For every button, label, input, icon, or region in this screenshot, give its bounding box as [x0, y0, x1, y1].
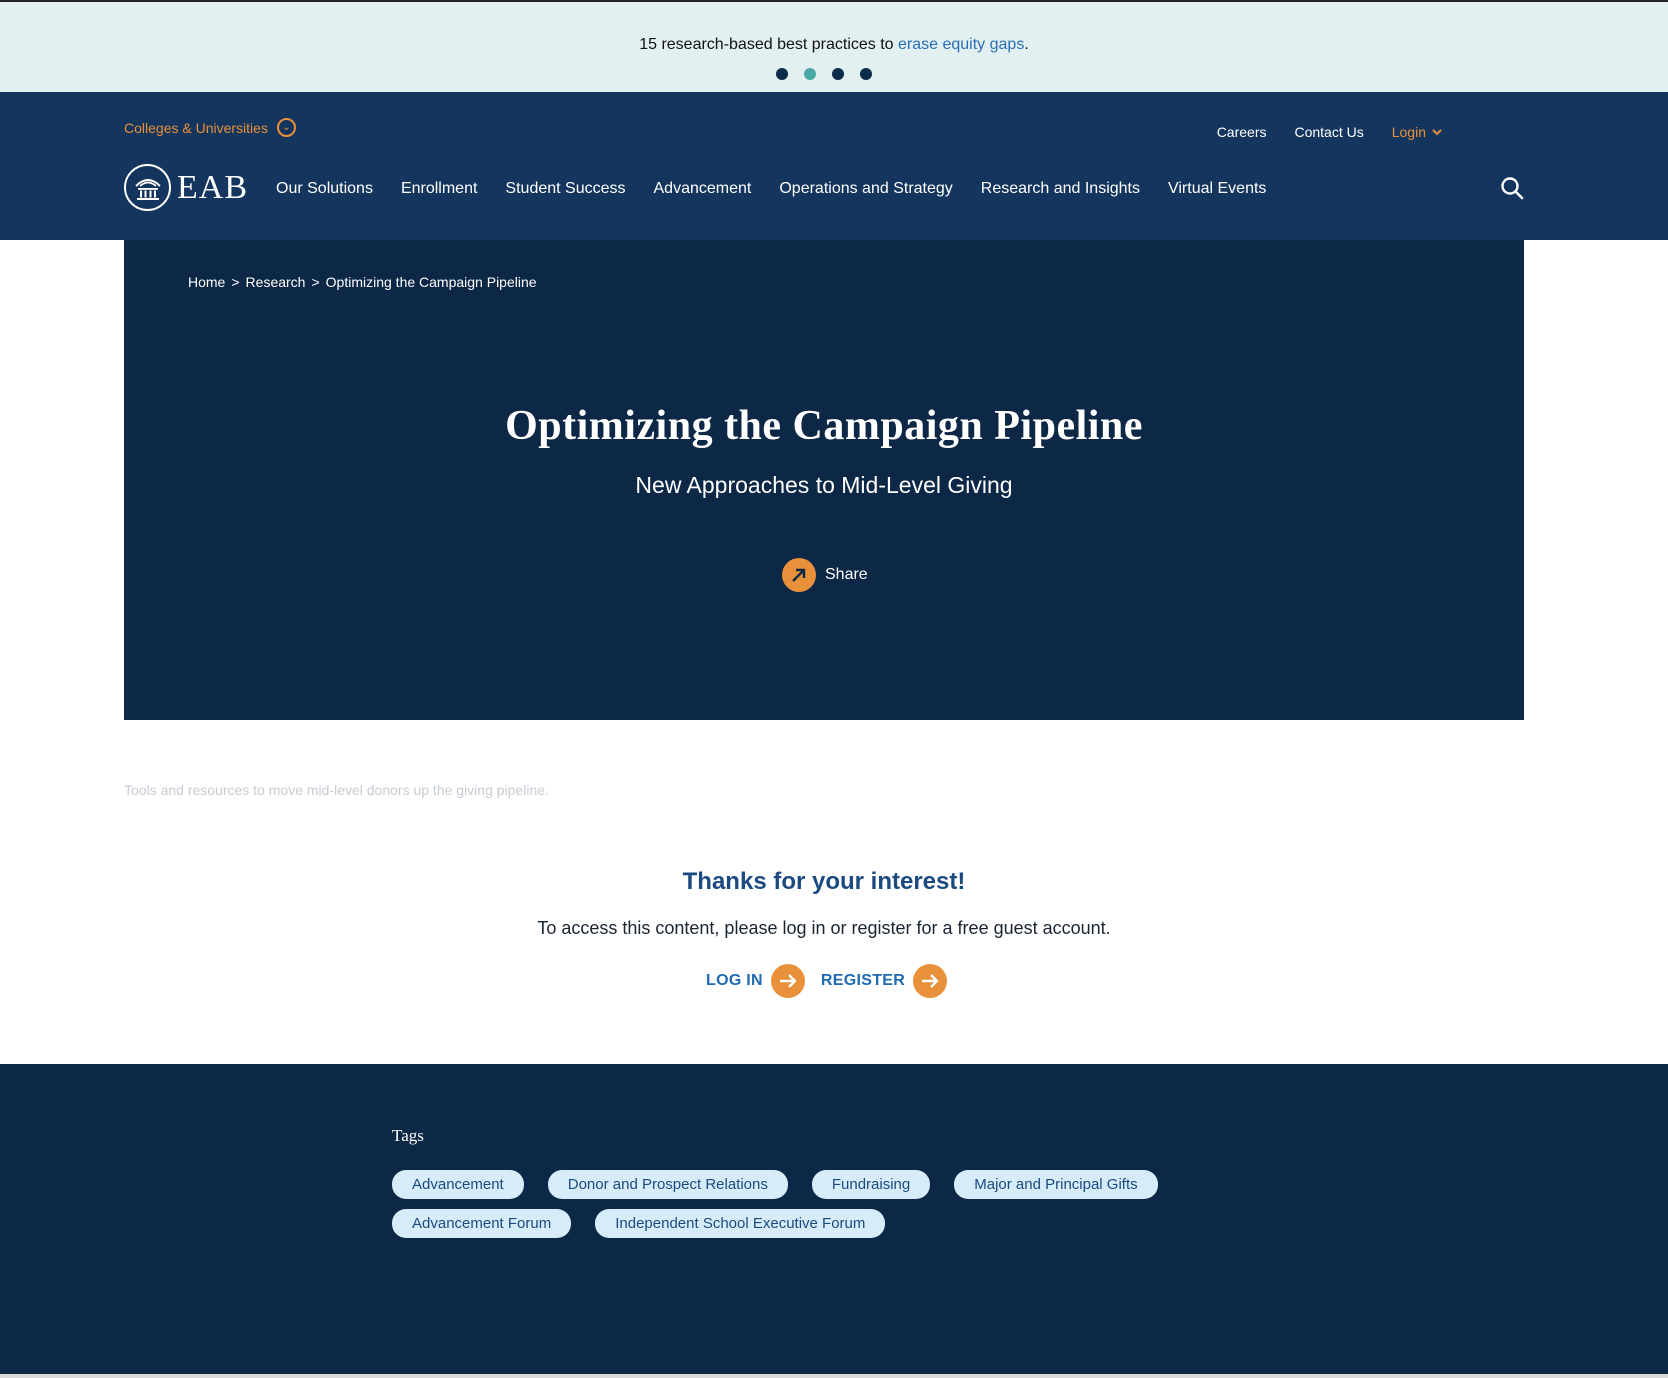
careers-link[interactable]: Careers — [1217, 124, 1267, 140]
tag-independent-school-executive-forum[interactable]: Independent School Executive Forum — [595, 1209, 886, 1238]
tag-list: Advancement Donor and Prospect Relations… — [392, 1170, 1232, 1238]
chevron-down-icon: ⌄ — [276, 118, 296, 137]
arrow-right-icon — [913, 964, 948, 998]
nav-our-solutions[interactable]: Our Solutions — [276, 180, 373, 198]
breadcrumb-current: Optimizing the Campaign Pipeline — [325, 274, 537, 290]
arrow-right-icon — [770, 964, 805, 998]
page: 15 research-based best practices to eras… — [0, 0, 1668, 1374]
share-button[interactable]: Share — [782, 558, 868, 592]
nav-advancement[interactable]: Advancement — [654, 180, 752, 198]
contact-us-link[interactable]: Contact Us — [1294, 124, 1363, 140]
segment-selector[interactable]: Colleges & Universities ⌄ — [124, 118, 296, 137]
breadcrumb-separator: > — [311, 274, 320, 290]
site-header: Colleges & Universities ⌄ Careers Contac… — [0, 92, 1668, 240]
promo-text: 15 research-based best practices to eras… — [0, 36, 1668, 54]
page-subtitle: New Approaches to Mid-Level Giving — [635, 472, 1013, 498]
nav-research-and-insights[interactable]: Research and Insights — [981, 180, 1140, 198]
logo-text: EAB — [177, 168, 248, 206]
tag-donor-and-prospect-relations[interactable]: Donor and Prospect Relations — [547, 1170, 788, 1199]
promo-link[interactable]: erase equity gaps — [898, 36, 1024, 53]
segment-label: Colleges & Universities — [124, 119, 268, 136]
carousel-dot-1[interactable] — [776, 68, 788, 80]
eab-logo[interactable]: EAB — [124, 164, 248, 211]
share-arrow-icon — [782, 558, 816, 592]
tag-advancement[interactable]: Advancement — [392, 1170, 524, 1199]
carousel-dot-3[interactable] — [832, 68, 844, 80]
carousel-dot-4[interactable] — [860, 68, 872, 80]
tags-section: Tags Advancement Donor and Prospect Rela… — [0, 1064, 1668, 1374]
nav-student-success[interactable]: Student Success — [505, 180, 625, 198]
breadcrumb-separator: > — [231, 274, 240, 290]
breadcrumb: Home > Research > Optimizing the Campaig… — [188, 274, 537, 290]
promo-suffix: . — [1024, 36, 1029, 53]
promo-bar: 15 research-based best practices to eras… — [0, 2, 1668, 92]
login-label: Login — [1391, 124, 1426, 140]
utility-nav: Careers Contact Us Login — [1217, 124, 1442, 140]
promo-message: 15 research-based best practices to — [639, 36, 899, 53]
gate-title: Thanks for your interest! — [682, 868, 966, 895]
login-button-label: LOG IN — [706, 972, 763, 989]
breadcrumb-home[interactable]: Home — [188, 274, 225, 290]
main-nav: Our Solutions Enrollment Student Success… — [276, 180, 1266, 198]
tags-heading: Tags — [392, 1126, 424, 1145]
nav-virtual-events[interactable]: Virtual Events — [1168, 180, 1266, 198]
register-button[interactable]: REGISTER — [820, 964, 948, 998]
page-title: Optimizing the Campaign Pipeline — [505, 403, 1143, 449]
page-description: Tools and resources to move mid-level do… — [124, 782, 549, 798]
nav-enrollment[interactable]: Enrollment — [401, 180, 477, 198]
gate-actions: LOG IN REGISTER — [706, 964, 948, 998]
login-button[interactable]: LOG IN — [706, 964, 805, 998]
tag-advancement-forum[interactable]: Advancement Forum — [392, 1209, 572, 1238]
carousel-dot-2[interactable] — [804, 68, 816, 80]
share-label: Share — [825, 566, 868, 583]
breadcrumb-research[interactable]: Research — [246, 274, 306, 290]
tag-fundraising[interactable]: Fundraising — [811, 1170, 931, 1199]
search-button[interactable] — [1500, 176, 1524, 205]
tag-major-and-principal-gifts[interactable]: Major and Principal Gifts — [954, 1170, 1158, 1199]
carousel-dots — [776, 68, 872, 80]
hero-banner: Home > Research > Optimizing the Campaig… — [124, 240, 1524, 720]
building-icon — [124, 164, 171, 211]
search-icon — [1501, 177, 1524, 200]
gate-message: To access this content, please log in or… — [537, 918, 1111, 938]
register-button-label: REGISTER — [820, 972, 906, 989]
login-dropdown[interactable]: Login — [1392, 124, 1442, 140]
nav-operations-and-strategy[interactable]: Operations and Strategy — [779, 180, 952, 198]
chevron-down-icon — [1432, 128, 1442, 135]
